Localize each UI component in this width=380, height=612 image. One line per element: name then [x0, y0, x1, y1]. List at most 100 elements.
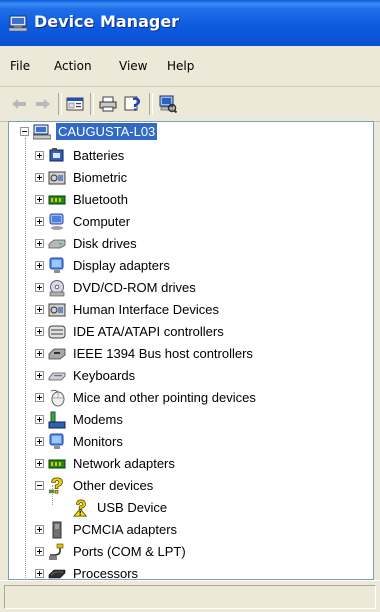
modem-icon	[48, 411, 66, 429]
device-tree[interactable]: CAUGUSTA-L03 Batteries Biometric Bluetoo…	[8, 121, 374, 580]
tree-node-other-devices[interactable]: Other devices	[35, 475, 155, 496]
tree-node-label: Other devices	[73, 478, 154, 493]
tree-node-label: Human Interface Devices	[73, 302, 219, 317]
expand-toggle[interactable]	[35, 217, 44, 226]
window-title: Device Manager	[34, 12, 180, 31]
tree-node-ports[interactable]: Ports (COM & LPT)	[35, 541, 188, 562]
tree-node-mice[interactable]: Mice and other pointing devices	[35, 387, 258, 408]
dvd-drive-icon	[48, 279, 66, 297]
tree-node-bluetooth[interactable]: Bluetooth	[35, 189, 130, 210]
expand-toggle[interactable]	[35, 327, 44, 336]
tree-node-label: Computer	[73, 214, 131, 229]
expand-toggle[interactable]	[35, 547, 44, 556]
tree-node-keyboards[interactable]: Keyboards	[35, 365, 137, 386]
tree-node-label: Mice and other pointing devices	[73, 390, 256, 405]
tree-node-modems[interactable]: Modems	[35, 409, 125, 430]
network-adapter-icon	[48, 455, 66, 473]
tree-node-label: Bluetooth	[73, 192, 128, 207]
warning-unknown-device-icon	[72, 499, 90, 517]
tree-node-label: IEEE 1394 Bus host controllers	[73, 346, 253, 361]
tree-node-label: Processors	[73, 566, 139, 580]
tree-node-display-adapters[interactable]: Display adapters	[35, 255, 172, 276]
expand-toggle[interactable]	[35, 173, 44, 182]
unknown-device-icon	[48, 477, 66, 495]
tree-node-label: Modems	[73, 412, 123, 427]
computer-icon	[33, 123, 51, 141]
display-adapter-icon	[48, 257, 66, 275]
expand-toggle[interactable]	[35, 283, 44, 292]
print-icon[interactable]	[97, 93, 119, 115]
status-panel	[4, 585, 376, 609]
expand-toggle[interactable]	[35, 459, 44, 468]
toolbar	[0, 87, 380, 122]
help-icon[interactable]	[122, 93, 144, 115]
expand-toggle[interactable]	[35, 415, 44, 424]
tree-node-human-interface-devices[interactable]: Human Interface Devices	[35, 299, 221, 320]
tree-node-monitors[interactable]: Monitors	[35, 431, 125, 452]
tree-node-label: Display adapters	[73, 258, 170, 273]
scan-hardware-icon[interactable]	[157, 93, 179, 115]
tree-node-label: Batteries	[73, 148, 125, 163]
status-bar	[0, 580, 380, 612]
keyboard-icon	[48, 367, 66, 385]
hid-icon	[48, 301, 66, 319]
tree-node-disk-drives[interactable]: Disk drives	[35, 233, 139, 254]
expand-toggle[interactable]	[35, 393, 44, 402]
battery-icon	[48, 147, 66, 165]
menu-help[interactable]: Help	[165, 58, 196, 74]
port-icon	[48, 543, 66, 561]
properties-icon[interactable]	[64, 93, 86, 115]
tree-node-label: Keyboards	[73, 368, 136, 383]
toolbar-separator	[90, 93, 94, 115]
tree-node-label: Network adapters	[73, 456, 175, 471]
ide-controller-icon	[48, 323, 66, 341]
tree-node-biometric[interactable]: Biometric	[35, 167, 129, 188]
title-bar[interactable]: Device Manager	[0, 0, 380, 46]
expand-toggle[interactable]	[35, 569, 44, 578]
menu-file[interactable]: File	[8, 58, 32, 74]
tree-node-ide-controllers[interactable]: IDE ATA/ATAPI controllers	[35, 321, 226, 342]
ieee1394-icon	[48, 345, 66, 363]
expand-toggle[interactable]	[35, 151, 44, 160]
forward-arrow-icon[interactable]	[32, 93, 54, 115]
expand-toggle[interactable]	[35, 261, 44, 270]
collapse-toggle[interactable]	[35, 481, 44, 490]
tree-node-dvd-drives[interactable]: DVD/CD-ROM drives	[35, 277, 198, 298]
back-arrow-icon[interactable]	[8, 93, 30, 115]
biometric-icon	[48, 169, 66, 187]
mouse-icon	[48, 389, 66, 407]
tree-node-computer[interactable]: Computer	[35, 211, 132, 232]
tree-node-label: DVD/CD-ROM drives	[73, 280, 196, 295]
expand-toggle[interactable]	[35, 305, 44, 314]
expand-toggle[interactable]	[35, 239, 44, 248]
collapse-toggle[interactable]	[20, 127, 29, 136]
expand-toggle[interactable]	[35, 525, 44, 534]
computer-icon	[48, 213, 66, 231]
bluetooth-icon	[48, 191, 66, 209]
tree-root[interactable]: CAUGUSTA-L03	[20, 122, 158, 142]
monitor-icon	[48, 433, 66, 451]
toolbar-separator	[58, 93, 62, 115]
expand-toggle[interactable]	[35, 349, 44, 358]
tree-node-network-adapters[interactable]: Network adapters	[35, 453, 177, 474]
expand-toggle[interactable]	[35, 195, 44, 204]
tree-node-label: IDE ATA/ATAPI controllers	[73, 324, 224, 339]
tree-node-processors[interactable]: Processors	[35, 563, 140, 580]
tree-node-label: Monitors	[73, 434, 123, 449]
tree-node-label: USB Device	[97, 500, 168, 515]
toolbar-separator	[149, 93, 153, 115]
expand-toggle[interactable]	[35, 371, 44, 380]
pcmcia-icon	[48, 521, 66, 539]
tree-child-usb-device[interactable]: USB Device	[72, 497, 169, 518]
tree-node-batteries[interactable]: Batteries	[35, 145, 126, 166]
tree-node-ieee1394-controllers[interactable]: IEEE 1394 Bus host controllers	[35, 343, 255, 364]
processor-icon	[48, 565, 66, 580]
tree-node-label: Ports (COM & LPT)	[73, 544, 186, 559]
expand-toggle[interactable]	[35, 437, 44, 446]
menu-view[interactable]: View	[117, 58, 149, 74]
disk-drive-icon	[48, 235, 66, 253]
tree-node-pcmcia-adapters[interactable]: PCMCIA adapters	[35, 519, 179, 540]
computer-monitor-icon	[8, 15, 28, 32]
menu-action[interactable]: Action	[52, 58, 94, 74]
tree-node-label: PCMCIA adapters	[73, 522, 178, 537]
